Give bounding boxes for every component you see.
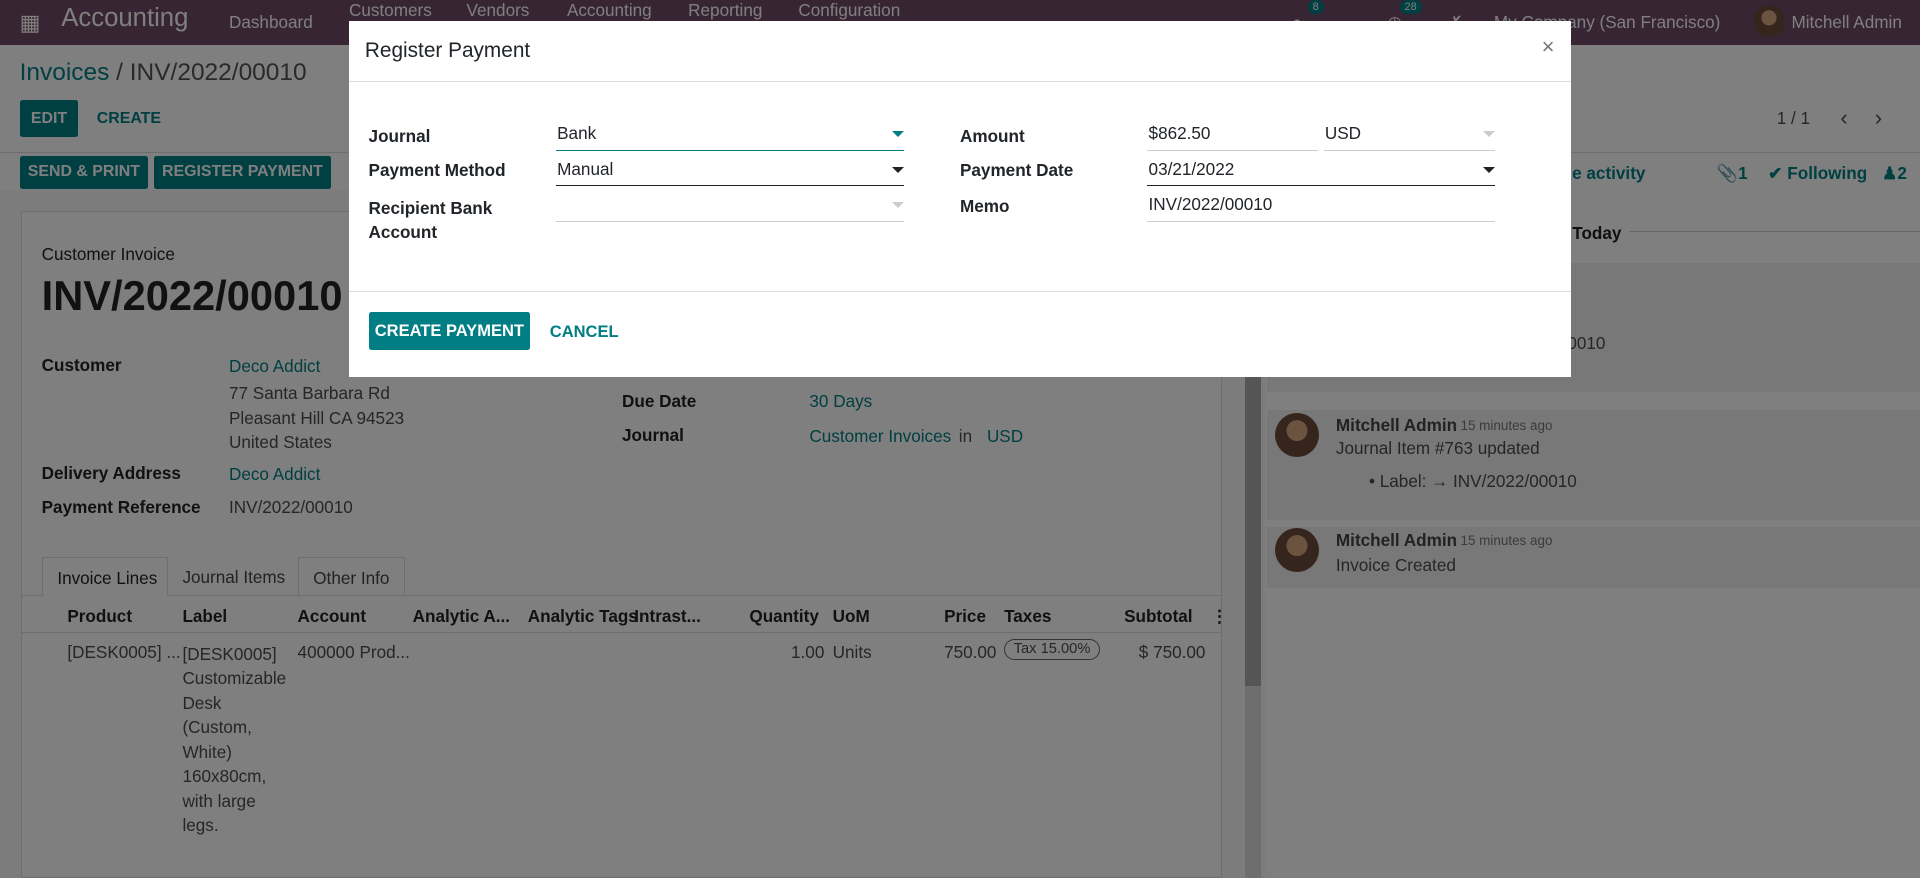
register-payment-dialog: Register Payment × Journal Bank Payment … bbox=[348, 20, 1572, 378]
currency-value: USD bbox=[1324, 123, 1362, 144]
journal-label: Journal bbox=[368, 126, 431, 147]
recipient-bank-label: Recipient Bank Account bbox=[368, 197, 493, 243]
close-icon[interactable]: × bbox=[1542, 34, 1555, 60]
memo-label: Memo bbox=[959, 195, 1010, 216]
payment-date-label: Payment Date bbox=[959, 160, 1074, 181]
journal-select[interactable]: Bank bbox=[555, 121, 904, 151]
payment-method-label: Payment Method bbox=[368, 160, 506, 181]
amount-label: Amount bbox=[959, 126, 1025, 147]
dropdown-caret-icon bbox=[891, 131, 904, 137]
dropdown-caret-icon bbox=[891, 166, 904, 173]
payment-method-value: Manual bbox=[557, 158, 614, 179]
footer-divider bbox=[348, 291, 1572, 293]
payment-method-select[interactable]: Manual bbox=[555, 157, 904, 187]
dropdown-caret-icon bbox=[891, 202, 904, 208]
amount-input[interactable]: $862.50 bbox=[1147, 121, 1318, 151]
currency-select[interactable]: USD bbox=[1323, 121, 1496, 151]
payment-date-input[interactable]: 03/21/2022 bbox=[1147, 157, 1496, 187]
journal-value: Bank bbox=[557, 123, 597, 144]
memo-input[interactable]: INV/2022/00010 bbox=[1147, 192, 1496, 222]
dropdown-caret-icon bbox=[1483, 131, 1496, 137]
create-payment-button[interactable]: CREATE PAYMENT bbox=[368, 312, 531, 351]
payment-date-value: 03/21/2022 bbox=[1148, 158, 1235, 179]
dropdown-caret-icon bbox=[1483, 166, 1496, 173]
recipient-bank-select[interactable] bbox=[555, 192, 904, 222]
header-divider bbox=[348, 80, 1572, 82]
cancel-button[interactable]: CANCEL bbox=[550, 322, 619, 342]
dialog-title: Register Payment bbox=[364, 39, 531, 63]
